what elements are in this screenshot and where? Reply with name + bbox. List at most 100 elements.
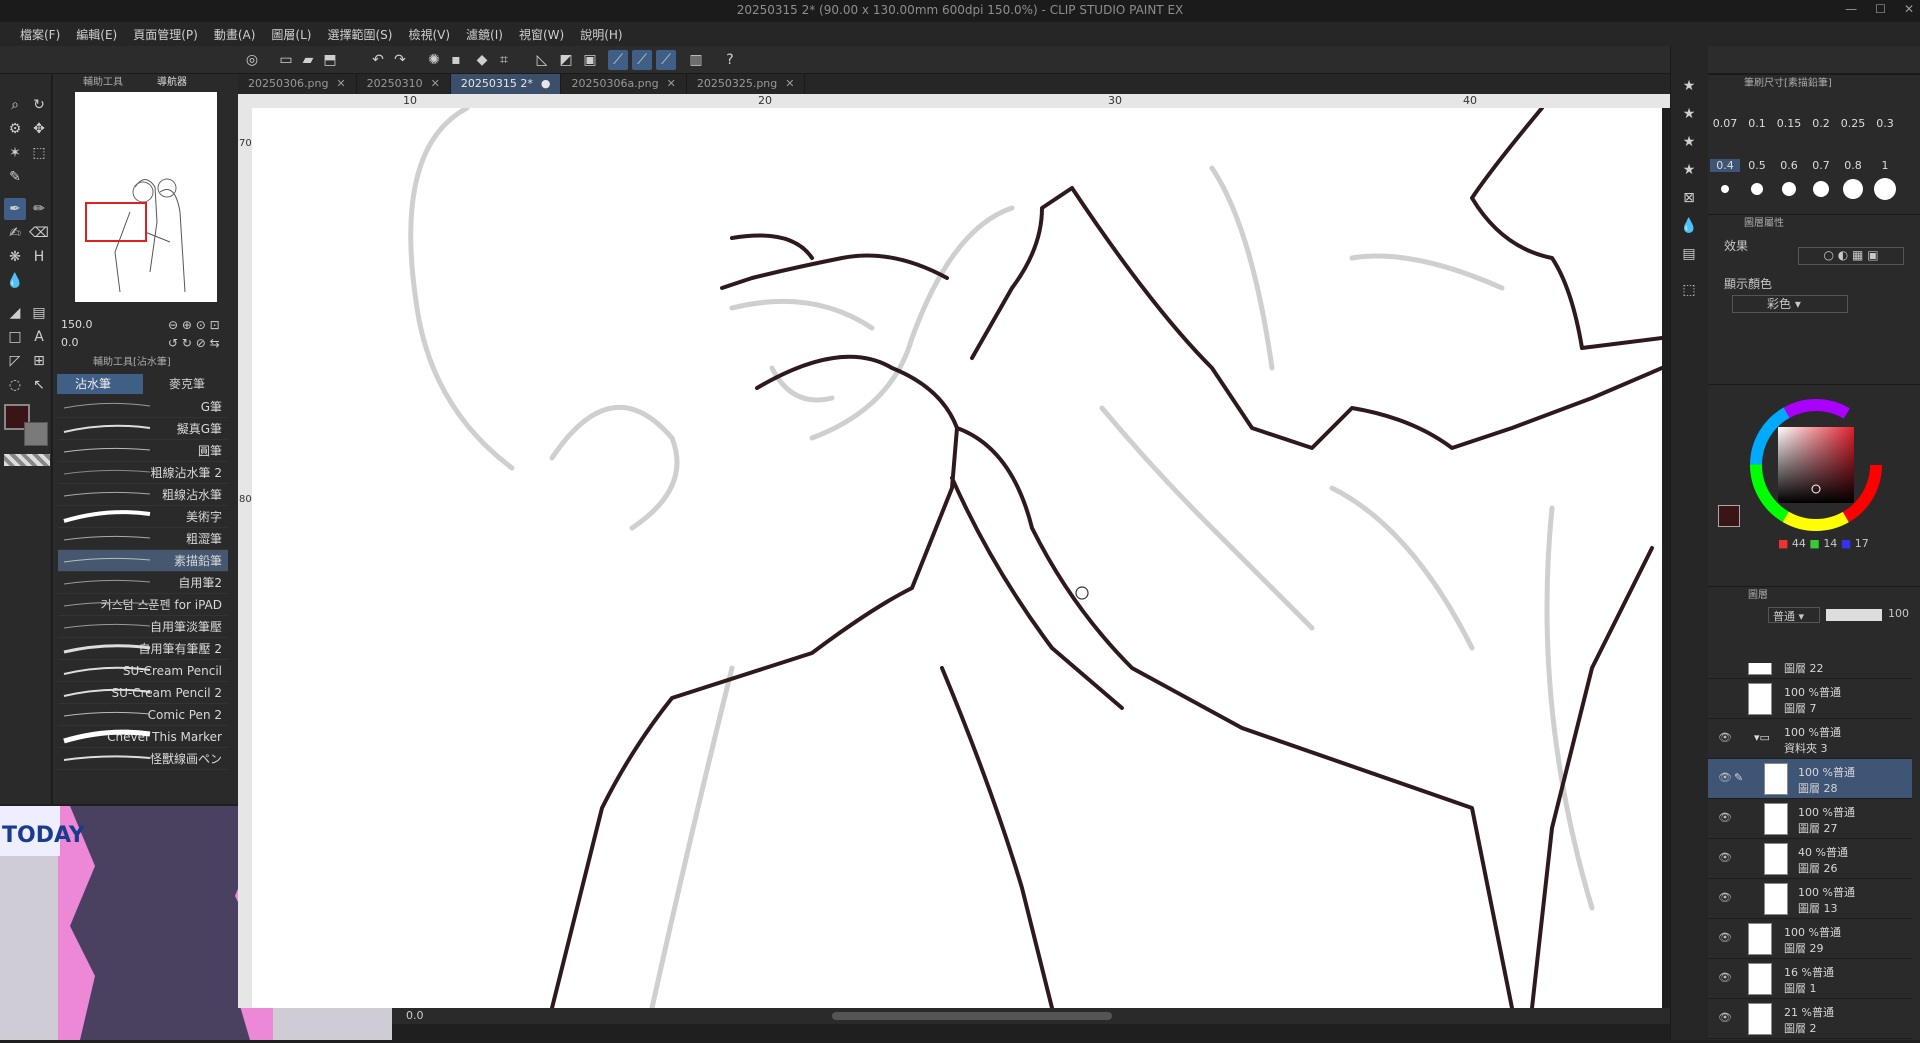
brush-item-selected[interactable]: 素描鉛筆 <box>58 550 228 572</box>
menu-animation[interactable]: 動畫(A) <box>206 26 264 43</box>
eye-icon[interactable]: 👁 <box>1718 811 1732 824</box>
navigator-view-rect[interactable] <box>85 202 147 242</box>
menu-edit[interactable]: 編輯(E) <box>68 26 125 43</box>
tab-document-active[interactable]: 20250315 2* ● <box>450 74 562 94</box>
search-layer-icon[interactable]: ⬚ <box>1679 280 1699 300</box>
drawing-canvas[interactable] <box>252 108 1662 1008</box>
brush-item[interactable]: 粗澀筆 <box>58 528 228 550</box>
display-color-select[interactable]: 彩色 ▾ <box>1732 295 1848 313</box>
eyedropper-icon[interactable]: ✎ <box>4 166 26 188</box>
clear-icon[interactable]: ▪ <box>446 50 466 70</box>
rotate-value[interactable]: 0.0 <box>61 336 103 350</box>
eye-icon[interactable]: 👁 <box>1718 971 1732 984</box>
figure-icon[interactable]: □ <box>4 326 26 348</box>
move-icon[interactable]: ✥ <box>28 118 50 140</box>
material-icon[interactable]: ★ <box>1679 132 1699 152</box>
open-file-icon[interactable]: ▰ <box>298 50 318 70</box>
tab-subtool[interactable]: 輔助工具 <box>83 74 123 92</box>
tab-document[interactable]: 20250306.png ✕ <box>238 74 357 94</box>
main-color-swatch[interactable] <box>1718 505 1740 527</box>
brush-item[interactable]: 自用筆有筆壓 2 <box>58 638 228 660</box>
horizontal-scrollbar[interactable] <box>832 1012 1112 1020</box>
menu-window[interactable]: 視窗(W) <box>511 26 572 43</box>
crop-icon[interactable]: ▣ <box>580 50 600 70</box>
eye-icon[interactable]: 👁 <box>1718 1011 1732 1024</box>
ruler-icon[interactable]: ⊞ <box>28 350 50 372</box>
snap-grid-icon[interactable]: ⟋ <box>656 50 676 70</box>
brush-size-option[interactable]: 0.1 <box>1742 117 1772 130</box>
redo-icon[interactable]: ↷ <box>390 50 410 70</box>
layer-row-selected[interactable]: 👁 ✎ 100 %普通 圖層 28 <box>1708 759 1912 799</box>
clip-studio-icon[interactable]: ◎ <box>242 50 262 70</box>
layer-folder-row[interactable]: 👁 ▾▭ 100 %普通 資料夾 3 <box>1708 719 1912 759</box>
rotate-controls-icon[interactable]: ↺ ↻ ⊘ ⇆ <box>168 336 220 350</box>
zoom-value[interactable]: 150.0 <box>61 318 103 332</box>
balloon-icon[interactable]: ◌ <box>4 374 26 396</box>
material-icon[interactable]: ★ <box>1679 76 1699 96</box>
menu-selection[interactable]: 選擇範圍(S) <box>319 26 400 43</box>
auto-select-icon[interactable]: ✶ <box>4 142 26 164</box>
sub-color-swatch[interactable] <box>24 422 48 446</box>
brush-size-option-selected[interactable]: 0.4 <box>1710 159 1740 172</box>
layer-row[interactable]: 👁 40 %普通 圖層 26 <box>1708 839 1912 879</box>
brush-size-option[interactable]: 0.07 <box>1710 117 1740 130</box>
brush-size-option[interactable]: 0.7 <box>1806 159 1836 172</box>
eye-icon[interactable]: 👁 <box>1718 931 1732 944</box>
tab-layer[interactable]: 圖層 <box>1748 587 1768 605</box>
brush-item[interactable]: G筆 <box>58 396 228 418</box>
status-zoom[interactable]: 0.0 <box>406 1009 424 1022</box>
layer-row[interactable]: 👁 100 %普通 圖層 13 <box>1708 879 1912 919</box>
fill-icon[interactable]: ◆ <box>472 50 492 70</box>
eye-icon[interactable]: 👁 <box>1718 891 1732 904</box>
layer-row[interactable]: 👁 16 %普通 圖層 1 <box>1708 959 1912 999</box>
brush-item[interactable]: 粗線沾水筆 2 <box>58 462 228 484</box>
ink-icon[interactable]: 💧 <box>1679 216 1699 236</box>
loading-icon[interactable]: ✺ <box>424 50 444 70</box>
tab-document[interactable]: 20250306a.png ✕ <box>561 74 687 94</box>
frame-icon[interactable]: ◸ <box>4 350 26 372</box>
modified-dot-icon[interactable]: ● <box>541 74 551 94</box>
layer-row[interactable]: 100 %普通 圖層 7 <box>1708 679 1912 719</box>
gradient-icon[interactable]: ▤ <box>28 302 50 324</box>
help-icon[interactable]: ? <box>720 50 740 70</box>
brush-icon[interactable]: ✍ <box>4 222 26 244</box>
layer-row[interactable]: 圖層 22 <box>1708 663 1912 679</box>
color-wheel[interactable] <box>1748 397 1884 533</box>
menu-file[interactable]: 檔案(F) <box>12 26 68 43</box>
maximize-icon[interactable]: ☐ <box>1875 2 1886 16</box>
brush-size-option[interactable]: 0.15 <box>1774 117 1804 130</box>
close-icon[interactable]: ✕ <box>336 74 345 94</box>
liquify-icon[interactable]: 💧 <box>4 270 26 292</box>
blend-icon[interactable]: H <box>28 246 50 268</box>
close-icon[interactable]: ✕ <box>785 74 794 94</box>
eye-icon[interactable]: 👁 <box>1718 771 1732 784</box>
brush-size-option[interactable]: 0.3 <box>1870 117 1900 130</box>
eraser-icon[interactable]: ⌫ <box>28 222 50 244</box>
snap-ruler-icon[interactable]: ⟋ <box>608 50 628 70</box>
minimize-icon[interactable]: — <box>1845 2 1857 16</box>
pen-icon[interactable]: ✒ <box>4 198 26 220</box>
brush-item[interactable]: Comic Pen 2 <box>58 704 228 726</box>
brush-item[interactable]: 自用筆淡筆壓 <box>58 616 228 638</box>
correct-line-icon[interactable]: ↖ <box>28 374 50 396</box>
history-icon[interactable]: ▤ <box>1679 244 1699 264</box>
tab-subtool-pen[interactable]: 輔助工具[沾水筆] <box>93 354 171 372</box>
fill-icon[interactable]: ◢ <box>4 302 26 324</box>
operation-icon[interactable]: ⚙ <box>4 118 26 140</box>
opacity-slider[interactable] <box>1826 609 1882 621</box>
brush-item[interactable]: SU-Cream Pencil <box>58 660 228 682</box>
brush-item[interactable]: 커스텀 스푼펜 for iPAD <box>58 594 228 616</box>
deselect-icon[interactable]: ◺ <box>532 50 552 70</box>
zoom-controls-icon[interactable]: ⊖ ⊕ ⊙ ⊡ <box>168 318 220 332</box>
tab-navigator[interactable]: 導航器 <box>157 74 187 92</box>
opacity-value[interactable]: 100 <box>1888 607 1909 620</box>
tab-dip-pen[interactable]: 沾水筆 <box>57 374 143 394</box>
close-icon[interactable]: ✕ <box>431 74 440 94</box>
brush-size-option[interactable]: 0.5 <box>1742 159 1772 172</box>
brush-item[interactable]: 怪獸線画ペン <box>58 748 228 770</box>
tab-document[interactable]: 20250325.png ✕ <box>687 74 806 94</box>
text-icon[interactable]: A <box>28 326 50 348</box>
transparent-color-swatch[interactable] <box>4 454 50 466</box>
brush-size-option[interactable]: 0.2 <box>1806 117 1836 130</box>
save-icon[interactable]: ⬒ <box>320 50 340 70</box>
